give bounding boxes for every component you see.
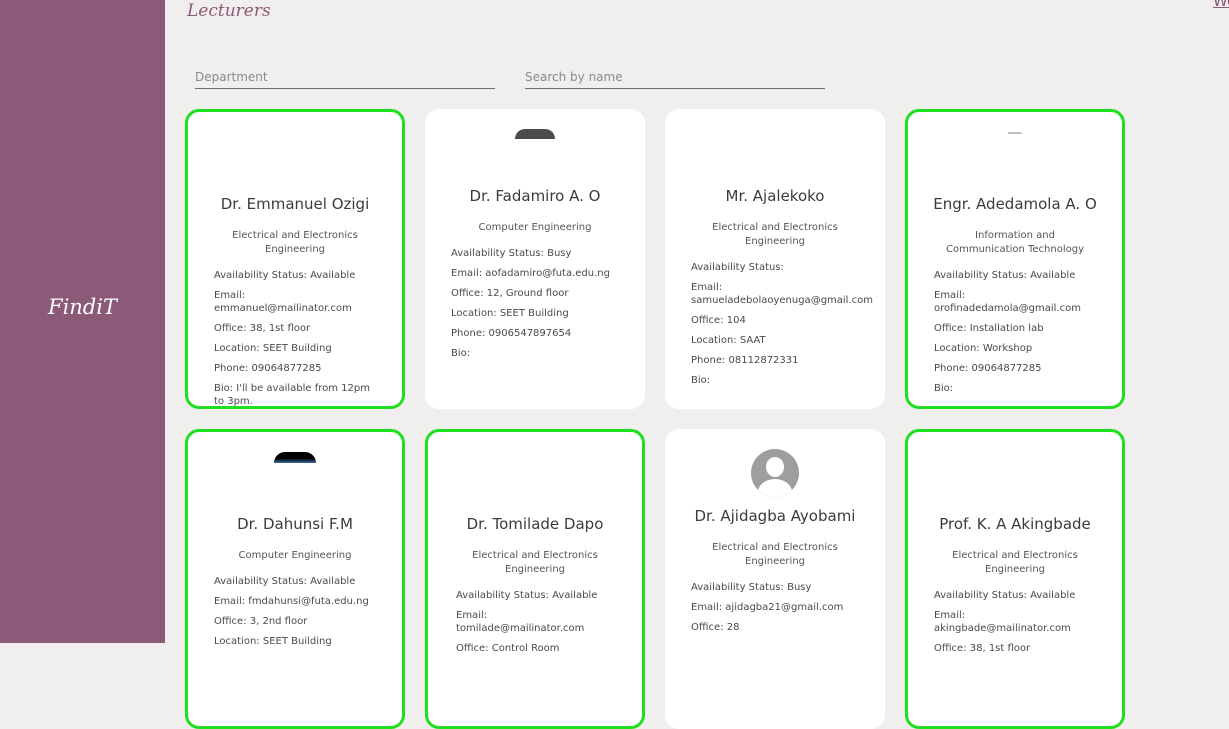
- lecturer-location: Location: SAAT: [691, 335, 766, 346]
- lecturer-location: Location: Workshop: [934, 343, 1033, 354]
- lecturer-bio: Bio:: [691, 375, 711, 386]
- lecturer-email: Email: ajidagba21@gmail.com: [691, 602, 844, 613]
- lecturer-name: Dr. Ajidagba Ayobami: [694, 507, 856, 525]
- lecturer-name: Prof. K. A Akingbade: [939, 515, 1091, 533]
- avatar: [665, 109, 885, 154]
- availability-status: Availability Status: Available: [214, 576, 356, 587]
- lecturer-name: Dr. Fadamiro A. O: [469, 187, 601, 205]
- avatar-photo: [1008, 132, 1022, 134]
- search-field[interactable]: [525, 66, 825, 89]
- lecturer-name: Dr. Emmanuel Ozigi: [220, 195, 370, 213]
- avatar: [188, 432, 402, 477]
- default-avatar-icon: [751, 449, 799, 497]
- lecturer-department: Electrical and Electronics Engineering: [472, 550, 598, 575]
- lecturer-department: Electrical and Electronics Engineering: [952, 550, 1078, 575]
- lecturer-office: Office: 104: [691, 315, 746, 326]
- lecturer-name: Dr. Dahunsi F.M: [237, 515, 353, 533]
- lecturer-name: Mr. Ajalekoko: [725, 187, 825, 205]
- avatar: [425, 109, 645, 154]
- lecturer-department: Electrical and Electronics Engineering: [712, 542, 838, 567]
- lecturer-department: Electrical and Electronics Engineering: [712, 222, 838, 247]
- lecturer-email: Email: emmanuel@mailinator.com: [214, 290, 352, 314]
- lecturer-email: Email: samueladebolaoyenuga@gmail.com: [691, 282, 873, 306]
- availability-status: Availability Status: Available: [934, 270, 1076, 281]
- avatar: [908, 432, 1122, 477]
- lecturer-phone: Phone: 0906547897654: [451, 328, 572, 339]
- lecturer-office: Office: Control Room: [456, 643, 560, 654]
- avatar: [665, 429, 885, 497]
- lecturer-office: Office: 38, 1st floor: [214, 323, 311, 334]
- lecturer-name: Engr. Adedamola A. O: [933, 195, 1097, 213]
- sidebar: FindiT: [0, 0, 165, 643]
- lecturer-card[interactable]: Dr. Emmanuel Ozigi Electrical and Electr…: [185, 109, 405, 409]
- lecturer-bio: Bio:: [451, 348, 471, 359]
- lecturer-phone: Phone: 09064877285: [934, 363, 1042, 374]
- lecturer-card[interactable]: Dr. Dahunsi F.M Computer Engineering Ava…: [185, 429, 405, 729]
- lecturer-card[interactable]: Dr. Tomilade Dapo Electrical and Electro…: [425, 429, 645, 729]
- lecturer-card[interactable]: Dr. Ajidagba Ayobami Electrical and Elec…: [665, 429, 885, 729]
- lecturer-location: Location: SEET Building: [214, 343, 332, 354]
- lecturer-office: Office: 38, 1st floor: [934, 643, 1031, 654]
- lecturer-location: Location: SEET Building: [214, 636, 332, 647]
- lecturer-email: Email: tomilade@mailinator.com: [456, 610, 585, 634]
- lecturer-card[interactable]: Dr. Fadamiro A. O Computer Engineering A…: [425, 109, 645, 409]
- lecturer-card[interactable]: Mr. Ajalekoko Electrical and Electronics…: [665, 109, 885, 409]
- lecturer-card[interactable]: Prof. K. A Akingbade Electrical and Elec…: [905, 429, 1125, 729]
- app-logo[interactable]: FindiT: [0, 295, 165, 319]
- avatar: [188, 112, 402, 157]
- lecturer-email: Email: orofinadedamola@gmail.com: [934, 290, 1081, 314]
- lecturer-office: Office: 3, 2nd floor: [214, 616, 308, 627]
- lecturer-office: Office: Installation lab: [934, 323, 1044, 334]
- lecturer-department: Electrical and Electronics Engineering: [232, 230, 358, 255]
- lecturer-department: Computer Engineering: [478, 222, 592, 233]
- avatar-photo: [515, 129, 555, 139]
- lecturer-office: Office: 28: [691, 622, 740, 633]
- lecturer-department: Information and Communication Technology: [945, 230, 1084, 255]
- lecturer-email: Email: fmdahunsi@futa.edu.ng: [214, 596, 369, 607]
- top-right-link[interactable]: Wo: [1213, 0, 1229, 10]
- avatar: [908, 112, 1122, 157]
- lecturer-phone: Phone: 09064877285: [214, 363, 322, 374]
- lecturer-phone: Phone: 08112872331: [691, 355, 799, 366]
- lecturer-name: Dr. Tomilade Dapo: [466, 515, 604, 533]
- lecturer-email: Email: aofadamiro@futa.edu.ng: [451, 268, 610, 279]
- department-filter[interactable]: [195, 66, 495, 89]
- availability-status: Availability Status: Available: [934, 590, 1076, 601]
- lecturer-email: Email: akingbade@mailinator.com: [934, 610, 1071, 634]
- lecturer-bio: Bio: I'll be available from 12pm to 3pm.: [214, 383, 370, 407]
- avatar-photo: [274, 452, 316, 463]
- page-title: Lecturers: [187, 1, 271, 21]
- availability-status: Availability Status: Available: [214, 270, 356, 281]
- lecturer-office: Office: 12, Ground floor: [451, 288, 569, 299]
- lecturer-bio: Bio:: [934, 383, 954, 394]
- availability-status: Availability Status: Busy: [691, 582, 812, 593]
- availability-status: Availability Status:: [691, 262, 784, 273]
- lecturer-department: Computer Engineering: [238, 550, 352, 561]
- lecturer-card[interactable]: Engr. Adedamola A. O Information and Com…: [905, 109, 1125, 409]
- availability-status: Availability Status: Busy: [451, 248, 572, 259]
- lecturer-location: Location: SEET Building: [451, 308, 569, 319]
- search-input[interactable]: [525, 69, 825, 84]
- avatar: [428, 432, 642, 477]
- availability-status: Availability Status: Available: [456, 590, 598, 601]
- department-input[interactable]: [195, 69, 495, 84]
